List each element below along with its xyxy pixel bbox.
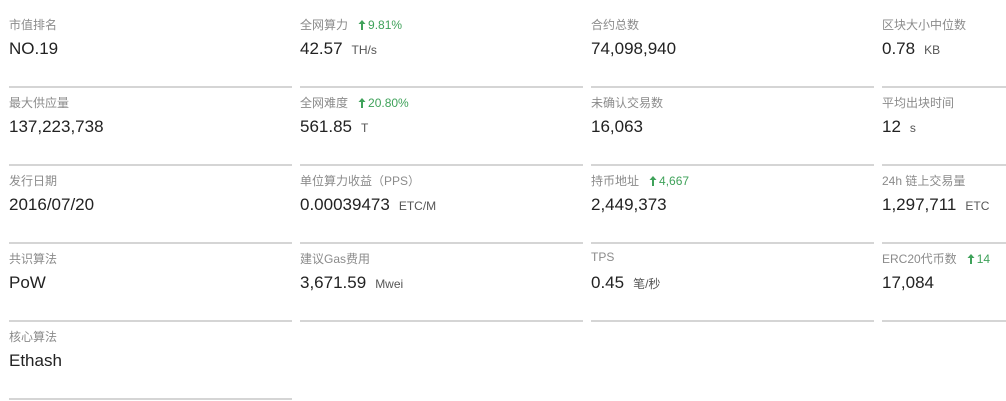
stat-label: 区块大小中位数	[882, 18, 967, 32]
stat-label: 共识算法	[9, 252, 58, 266]
stat-label: 建议Gas费用	[300, 252, 371, 266]
stat-rank: 市值排名 NO.19	[9, 16, 292, 88]
arrow-up-icon	[358, 97, 366, 108]
stat-label: 全网算力	[300, 18, 349, 32]
stat-value: 17,084	[882, 273, 934, 292]
stat-value-row: 2016/07/20	[9, 195, 94, 215]
stat-label: 最大供应量	[9, 96, 70, 110]
stat-label: 全网难度	[300, 96, 349, 110]
stat-value: NO.19	[9, 39, 59, 58]
stat-consensus: 共识算法 PoW	[9, 250, 292, 322]
stat-value-row: 0.45 笔/秒	[591, 273, 660, 293]
stat-hashrate: 全网算力 9.81% 42.57 TH/s	[300, 16, 583, 88]
stat-label: 持币地址	[591, 174, 640, 188]
stat-value: 2016/07/20	[9, 195, 95, 214]
stat-unit: TH/s	[351, 43, 377, 57]
change-badge: 20.80%	[358, 96, 409, 110]
stat-value-row: 3,671.59 Mwei	[300, 273, 403, 293]
stat-label-row: 持币地址 4,667	[591, 172, 689, 189]
stat-block-size: 区块大小中位数 0.78 KB	[882, 16, 1006, 88]
stat-value-row: 561.85 T	[300, 117, 368, 137]
stat-volume-24h: 24h 链上交易量 1,297,711 ETC	[882, 172, 1006, 244]
stat-value: 42.57	[300, 39, 343, 58]
stat-difficulty: 全网难度 20.80% 561.85 T	[300, 94, 583, 166]
stat-label: TPS	[591, 250, 615, 264]
stat-value-row: 1,297,711 ETC	[882, 195, 989, 215]
stat-value-row: 17,084	[882, 273, 934, 293]
stat-value: 0.00039473	[300, 195, 390, 214]
stat-label-row: 全网难度 20.80%	[300, 94, 409, 111]
stat-value: 12	[882, 117, 901, 136]
stat-core-algo: 核心算法 Ethash	[9, 328, 292, 400]
stat-holders: 持币地址 4,667 2,449,373	[591, 172, 874, 244]
stat-label: 市值排名	[9, 18, 58, 32]
change-value: 20.80%	[368, 95, 409, 110]
stat-value-row: 12 s	[882, 117, 916, 137]
stat-pps: 单位算力收益（PPS） 0.00039473 ETC/M	[300, 172, 583, 244]
stat-value-row: 42.57 TH/s	[300, 39, 377, 59]
stat-value: PoW	[9, 273, 46, 292]
change-badge: 14	[967, 252, 990, 266]
stat-value-row: NO.19	[9, 39, 58, 59]
stat-block-time: 平均出块时间 12 s	[882, 94, 1006, 166]
stat-value: 2,449,373	[591, 195, 667, 214]
stat-contracts: 合约总数 74,098,940	[591, 16, 874, 88]
stat-pending-tx: 未确认交易数 16,063	[591, 94, 874, 166]
stat-unit: Mwei	[375, 277, 404, 291]
stat-value-row: 137,223,738	[9, 117, 104, 137]
stat-value: 3,671.59	[300, 273, 367, 292]
stat-value-row: 2,449,373	[591, 195, 667, 215]
stat-issue-date: 发行日期 2016/07/20	[9, 172, 292, 244]
stat-value: 16,063	[591, 117, 643, 136]
stat-label-row: ERC20代币数 14	[882, 250, 990, 267]
stat-value: 0.45	[591, 273, 625, 292]
stat-erc20: ERC20代币数 14 17,084	[882, 250, 1006, 322]
stat-value: Ethash	[9, 351, 62, 370]
stat-value-row: 74,098,940	[591, 39, 676, 59]
stat-label: 平均出块时间	[882, 96, 955, 110]
stat-label: 24h 链上交易量	[882, 174, 966, 188]
stat-value: 561.85	[300, 117, 352, 136]
stat-value: 1,297,711	[882, 195, 957, 214]
stat-label: 核心算法	[9, 330, 58, 344]
stat-unit: ETC/M	[398, 199, 437, 213]
stat-value: 0.78	[882, 39, 916, 58]
stat-label-row: 全网算力 9.81%	[300, 16, 402, 33]
stat-label: 发行日期	[9, 174, 58, 188]
stat-value: 137,223,738	[9, 117, 104, 136]
change-value: 9.81%	[368, 17, 403, 32]
stat-label: 未确认交易数	[591, 96, 664, 110]
change-value: 14	[976, 251, 991, 266]
stat-value-row: 16,063	[591, 117, 643, 137]
stat-value-row: 0.00039473 ETC/M	[300, 195, 436, 215]
stat-value-row: 0.78 KB	[882, 39, 940, 59]
arrow-up-icon	[358, 19, 366, 30]
stat-value-row: Ethash	[9, 351, 62, 371]
stat-label: ERC20代币数	[882, 252, 957, 266]
stat-tps: TPS 0.45 笔/秒	[591, 250, 874, 322]
stat-unit: s	[909, 121, 916, 135]
change-value: 4,667	[659, 173, 690, 188]
change-badge: 9.81%	[358, 18, 402, 32]
stat-label: 合约总数	[591, 18, 640, 32]
stat-value: 74,098,940	[591, 39, 677, 58]
stat-value-row: PoW	[9, 273, 46, 293]
stat-gas-fee: 建议Gas费用 3,671.59 Mwei	[300, 250, 583, 322]
stat-label: 单位算力收益（PPS）	[300, 174, 421, 188]
stat-unit: KB	[924, 43, 941, 57]
change-badge: 4,667	[649, 174, 689, 188]
stat-unit: 笔/秒	[633, 277, 661, 291]
stat-unit: ETC	[965, 199, 990, 213]
arrow-up-icon	[649, 175, 657, 186]
stat-max-supply: 最大供应量 137,223,738	[9, 94, 292, 166]
stat-unit: T	[361, 121, 369, 135]
arrow-up-icon	[967, 253, 975, 264]
